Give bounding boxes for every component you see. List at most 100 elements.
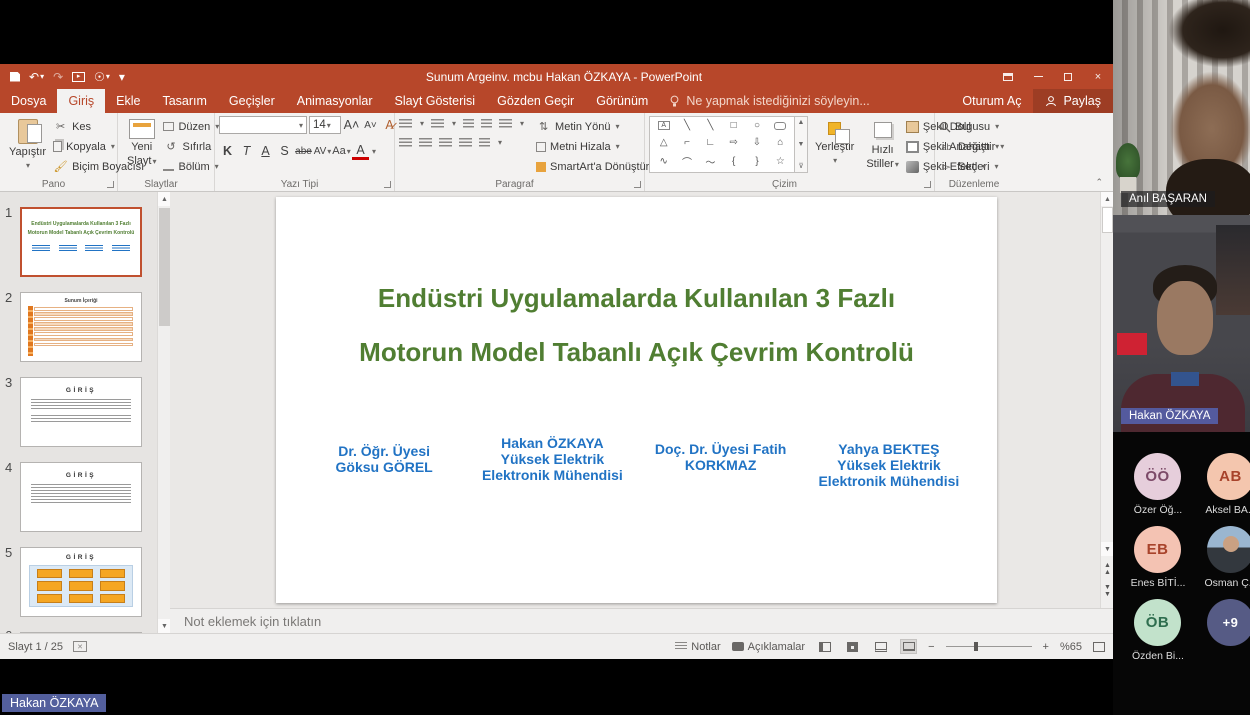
slide-sorter-view-button[interactable] [844,639,861,654]
shape-icon[interactable]: 〜 [705,154,715,169]
select-button[interactable]: ▻ Seç ▾ [939,157,1004,176]
tab-dosya[interactable]: Dosya [0,89,57,113]
minimize-icon[interactable] [1023,64,1053,89]
restore-icon[interactable] [1053,64,1083,89]
thumbnail-slide-4[interactable]: GİRİŞ [20,462,142,532]
thumbnail-slide-5[interactable]: GİRİŞ [20,547,142,617]
scroll-down-icon[interactable]: ▼ [798,141,805,148]
thumbnail-slide-3[interactable]: GİRİŞ [20,377,142,447]
shape-icon[interactable]: ⌒ [682,154,692,169]
align-left-icon[interactable] [399,138,412,149]
decrease-indent-icon[interactable] [463,119,475,130]
tab-tasarim[interactable]: Tasarım [151,89,217,113]
zoom-slider[interactable] [945,642,1032,651]
shape-icon[interactable]: ╲ [707,120,713,131]
find-button[interactable]: Bul [939,117,1004,136]
comments-toggle[interactable]: Açıklamalar [731,641,805,653]
scrollbar-thumb[interactable] [1102,207,1113,233]
thumbnail-slide-6[interactable] [20,632,142,633]
canvas-scrollbar[interactable]: ▲ ▼ ▲ ▲ ▼ ▼ [1100,192,1114,608]
redo-icon[interactable]: ↷ [53,71,63,83]
align-text-button[interactable]: Metni Hizala ▾ [536,137,658,156]
shape-icon[interactable]: A [657,121,670,130]
avatar[interactable]: AB [1207,453,1250,500]
slide-1-editor[interactable]: Endüstri Uygulamalarda Kullanılan 3 Fazl… [276,197,997,603]
font-color-button[interactable]: A [352,142,369,160]
shape-icon[interactable]: ⌂ [777,137,783,148]
columns-icon[interactable] [479,138,490,149]
previous-slide-icon[interactable]: ▲ ▲ [1102,562,1113,576]
arrange-button[interactable]: Yerleştir ▾ [810,116,859,178]
display-settings-icon[interactable]: ✕ [73,641,88,652]
shadow-button[interactable]: S [276,142,293,160]
customize-qat-icon[interactable]: ▾ [119,71,125,83]
shape-icon[interactable]: } [755,156,758,167]
tab-gecisler[interactable]: Geçişler [218,89,286,113]
shape-icon[interactable]: ╲ [684,120,690,131]
smartart-button[interactable]: SmartArt'a Dönüştür▾ [536,157,658,176]
close-icon[interactable]: × [1083,64,1113,89]
font-name-combo[interactable]: ▾ [219,116,307,134]
ribbon-display-options-icon[interactable] [993,64,1023,89]
normal-view-button[interactable] [816,639,833,654]
zoom-in-button[interactable]: + [1043,641,1049,653]
shape-icon[interactable]: ∟ [705,137,715,148]
scroll-down-icon[interactable]: ▼ [158,619,170,633]
avatar-overflow-count[interactable]: +9 [1207,599,1250,646]
font-size-combo[interactable]: 14 ▾ [309,116,341,134]
shape-icon[interactable]: ⇩ [753,137,761,148]
shape-icon[interactable]: △ [660,137,668,148]
avatar[interactable]: EB [1134,526,1181,573]
shape-icon[interactable] [774,121,787,130]
tab-animasyonlar[interactable]: Animasyonlar [286,89,384,113]
scroll-up-icon[interactable]: ▲ [798,119,805,126]
shape-icon[interactable]: ☆ [776,156,785,167]
video-tile-anil[interactable]: Anıl BAŞARAN [1113,0,1250,215]
dialog-launcher-icon[interactable] [634,181,641,188]
avatar[interactable]: ÖB [1134,599,1181,646]
replace-button[interactable]: ab Değiştir ▾ [939,137,1004,156]
thumbnail-scrollbar[interactable]: ▲ ▼ [157,192,170,633]
section-button[interactable]: Bölüm ▾ [163,157,219,176]
shape-icon[interactable]: □ [731,120,737,131]
avatar-photo[interactable] [1207,526,1250,573]
thumbnail-slide-2[interactable]: Sunum İçeriği [20,292,142,362]
fit-to-window-icon[interactable] [1093,641,1105,652]
new-slide-button[interactable]: Yeni Slayt▾ [122,116,161,178]
dialog-launcher-icon[interactable] [924,181,931,188]
tab-gozden-gecir[interactable]: Gözden Geçir [486,89,585,113]
collapse-ribbon-icon[interactable]: ⌃ [1095,177,1103,188]
grow-font-icon[interactable]: A˄ [343,116,360,134]
share-button[interactable]: Paylaş [1033,89,1113,113]
zoom-out-button[interactable]: − [928,641,934,653]
shape-gallery-scrollbar[interactable]: ▲ ▼ ⊽ [795,116,808,173]
numbering-icon[interactable] [431,119,445,130]
bold-button[interactable]: K [219,142,236,160]
slideshow-view-button[interactable] [900,639,918,654]
align-center-icon[interactable] [419,138,432,149]
dialog-launcher-icon[interactable] [107,181,114,188]
layout-button[interactable]: Düzen ▾ [163,117,219,136]
notes-pane[interactable]: Not eklemek için tıklatın [170,608,1113,634]
italic-button[interactable]: T [238,142,255,160]
bullets-icon[interactable] [399,119,412,130]
reset-button[interactable]: ↺ Sıfırla [163,137,219,156]
increase-indent-icon[interactable] [481,119,493,130]
shape-icon[interactable]: ○ [754,120,760,131]
notes-toggle[interactable]: Notlar [675,641,721,653]
start-slideshow-icon[interactable]: ▸ [72,71,86,82]
strikethrough-button[interactable]: abe [295,142,312,160]
text-direction-button[interactable]: ⇅ Metin Yönü ▾ [536,117,658,136]
tab-slayt-gosterisi[interactable]: Slayt Gösterisi [384,89,487,113]
scrollbar-thumb[interactable] [159,208,170,326]
line-spacing-icon[interactable] [499,119,513,130]
avatar[interactable]: ÖÖ [1134,453,1181,500]
shape-gallery[interactable]: A ╲ ╲ □ ○ △ ⌐ ∟ ⇨ ⇩ ⌂ ∿ ⌒ 〜 { } ☆ ▲ ▼ ⊽ [649,116,808,173]
undo-icon[interactable]: ↶ ▾ [29,71,44,83]
tab-gorunum[interactable]: Görünüm [585,89,659,113]
next-slide-icon[interactable]: ▼ ▼ [1102,584,1113,598]
change-case-button[interactable]: Aa ▾ [332,142,350,160]
shrink-font-icon[interactable]: A˅ [362,116,379,134]
shape-icon[interactable]: { [732,156,735,167]
justify-icon[interactable] [459,138,472,149]
